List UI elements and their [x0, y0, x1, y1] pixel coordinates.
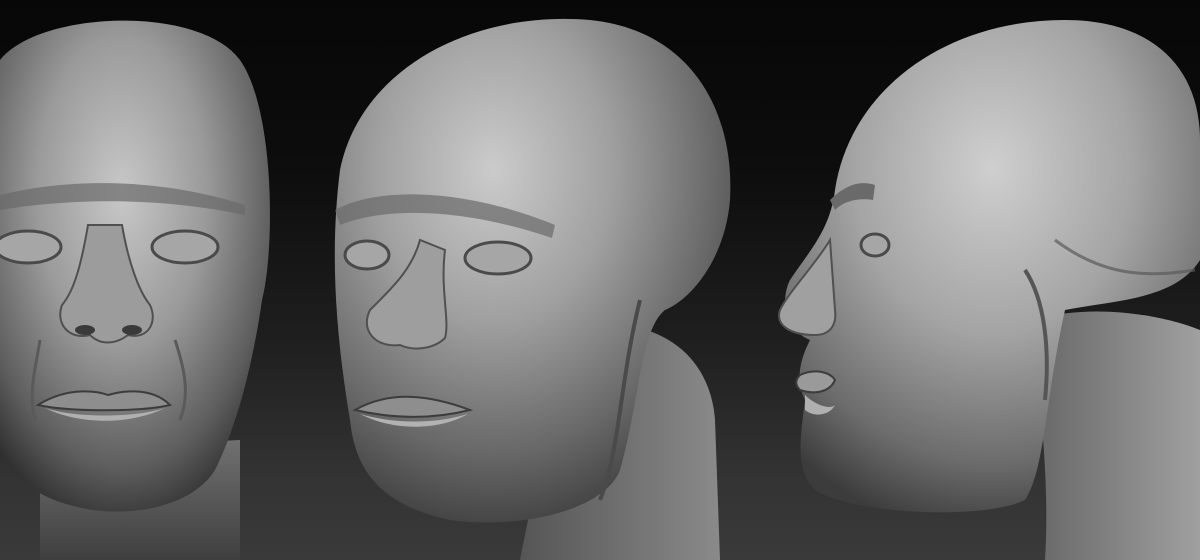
head	[0, 20, 270, 512]
head-front-view	[0, 0, 290, 560]
right-eye	[150, 229, 220, 265]
left-eye	[0, 229, 63, 265]
left-eye	[343, 239, 391, 271]
right-eye	[463, 240, 533, 276]
eye	[859, 232, 891, 258]
head-profile-view	[775, 0, 1200, 560]
sculpt-viewport	[0, 0, 1200, 560]
head-three-quarter-view	[320, 0, 750, 560]
